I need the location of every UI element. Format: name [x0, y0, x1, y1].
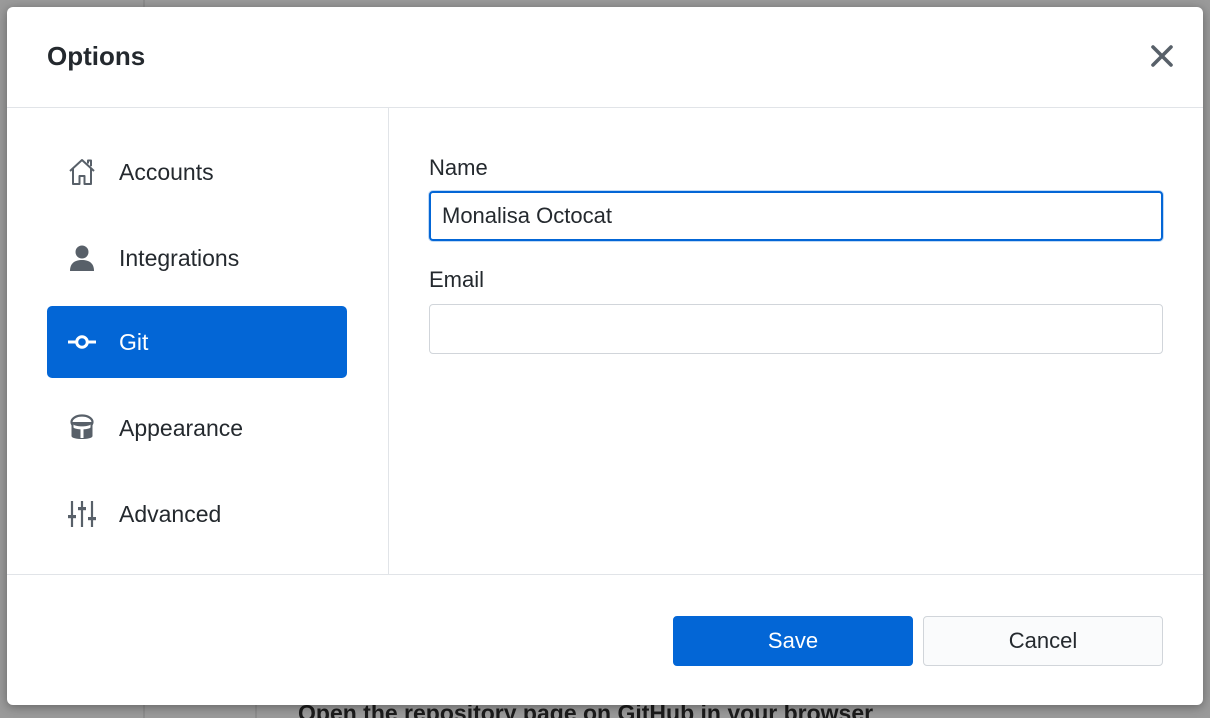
settings-sliders-icon	[68, 501, 96, 527]
sidebar-item-accounts[interactable]: Accounts	[47, 136, 347, 208]
paintcan-icon	[70, 414, 94, 439]
save-button[interactable]: Save	[673, 616, 913, 666]
sidebar-item-appearance[interactable]: Appearance	[47, 392, 347, 464]
email-label: Email	[429, 267, 485, 292]
sidebar-item-integrations[interactable]: Integrations	[47, 222, 347, 294]
cancel-button[interactable]: Cancel	[923, 616, 1163, 666]
name-label: Name	[429, 155, 488, 180]
sidebar-item-label: Advanced	[119, 501, 222, 527]
close-icon	[1151, 45, 1173, 67]
sidebar-item-label: Accounts	[119, 159, 214, 185]
sidebar-item-label: Integrations	[119, 245, 240, 271]
sidebar-item-git[interactable]: Git	[47, 306, 347, 378]
sidebar-item-label: Git	[119, 329, 149, 355]
email-input[interactable]	[429, 304, 1163, 354]
home-icon	[69, 159, 95, 185]
dialog-title: Options	[47, 41, 146, 71]
person-icon	[70, 245, 94, 271]
sidebar-item-advanced[interactable]: Advanced	[47, 478, 347, 550]
git-settings-panel: Name Email	[389, 108, 1203, 574]
name-input[interactable]	[429, 191, 1163, 241]
sidebar-item-label: Appearance	[119, 415, 244, 441]
dialog-header: Options	[7, 7, 1203, 108]
git-commit-icon	[68, 335, 96, 349]
close-button[interactable]	[1147, 41, 1177, 71]
options-dialog: Options Accounts Integrations Git Appear…	[7, 7, 1203, 705]
options-sidebar: Accounts Integrations Git Appearance Adv…	[7, 108, 389, 574]
dialog-footer: Save Cancel	[7, 574, 1203, 705]
